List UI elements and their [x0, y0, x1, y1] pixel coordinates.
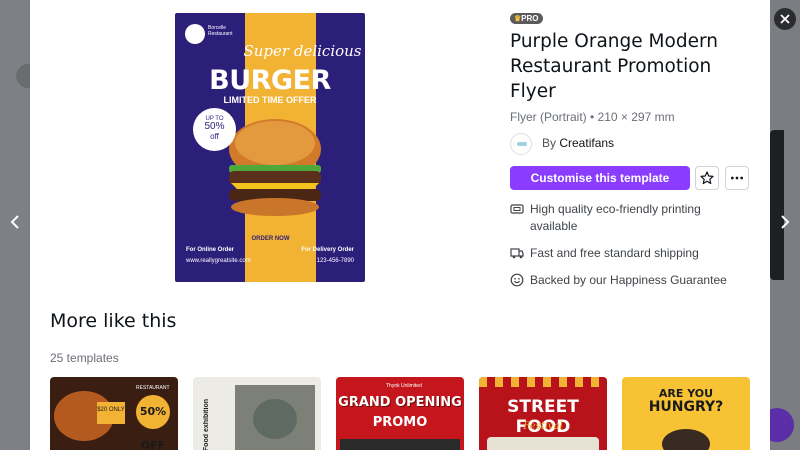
background-card: [770, 130, 784, 280]
close-button[interactable]: [774, 8, 796, 30]
creator-byline[interactable]: By Creatifans: [542, 136, 614, 150]
creator-avatar[interactable]: [510, 133, 532, 155]
customise-template-button[interactable]: Customise this template: [510, 166, 690, 190]
flyer-order-now: ORDER NOW: [245, 230, 296, 248]
next-template-button[interactable]: [773, 210, 797, 234]
pro-label: PRO: [521, 14, 539, 23]
template-count: 25 templates: [50, 351, 119, 365]
favorite-button[interactable]: [695, 166, 719, 190]
related-template-thumbnail[interactable]: RESTAURANT $20 ONLY 50% OFF: [50, 377, 178, 450]
feature-shipping-text: Fast and free standard shipping: [530, 246, 699, 260]
more-options-button[interactable]: [725, 166, 749, 190]
flyer-delivery-order: For Delivery Order: [301, 247, 354, 253]
thumb-subtitle: HUNGRY?: [648, 399, 724, 415]
printer-icon: [510, 204, 524, 214]
thumb-logo: Thynk Unlimited: [386, 383, 422, 389]
flyer-offer: LIMITED TIME OFFER: [223, 95, 317, 105]
related-template-thumbnail[interactable]: ARE YOU HUNGRY?: [622, 377, 750, 450]
photo-strip: [340, 439, 460, 450]
flyer-online-order: For Online Order: [186, 247, 235, 253]
pro-badge: ♛PRO: [510, 13, 543, 24]
template-title: Purple Orange Modern Restaurant Promotio…: [510, 31, 718, 102]
more-horizontal-icon: [731, 176, 743, 180]
feature-shipping: Fast and free standard shipping: [510, 245, 730, 262]
flyer-phone: 123-456-7890: [316, 258, 354, 264]
template-preview[interactable]: Borcelle Restaurant Super delicious BURG…: [175, 13, 365, 282]
food-image: [487, 437, 599, 450]
flyer-logo-text: Borcelle Restaurant: [208, 25, 233, 37]
cabbage-image: [253, 399, 297, 439]
price-tag: $20 ONLY: [97, 402, 125, 424]
bunting-decoration: [479, 377, 607, 387]
related-template-thumbnail[interactable]: Food exhibition: [193, 377, 321, 450]
template-meta: Flyer (Portrait) • 210 × 297 mm: [510, 110, 675, 124]
related-template-thumbnail[interactable]: STREET FOOD Festival: [479, 377, 607, 450]
discount-badge: UP TO 50% off: [193, 108, 236, 151]
feature-guarantee: Backed by our Happiness Guarantee: [510, 272, 730, 289]
chevron-left-icon: [10, 215, 19, 229]
thumb-subtitle: PROMO: [372, 415, 428, 430]
creator-name[interactable]: Creatifans: [559, 136, 614, 150]
previous-template-button[interactable]: [3, 210, 27, 234]
template-modal: Borcelle Restaurant Super delicious BURG…: [30, 0, 770, 450]
flyer-script-text: Super delicious: [243, 42, 362, 60]
bowl-image: [662, 429, 710, 450]
smile-icon: [510, 273, 524, 287]
feature-printing: High quality eco-friendly printing avail…: [510, 201, 730, 235]
badge-off: off: [210, 132, 219, 141]
star-icon: [700, 171, 714, 185]
related-template-thumbnail[interactable]: Thynk Unlimited GRAND OPENING PROMO: [336, 377, 464, 450]
flyer-headline: BURGER: [209, 65, 331, 96]
creator-prefix: By: [542, 136, 560, 150]
chevron-right-icon: [781, 215, 790, 229]
feature-guarantee-text: Backed by our Happiness Guarantee: [530, 273, 727, 287]
feature-printing-text: High quality eco-friendly printing avail…: [530, 202, 701, 233]
more-like-this-heading: More like this: [50, 310, 177, 332]
thumb-text: Food exhibition: [203, 399, 210, 450]
thumb-subtitle: Festival: [523, 421, 563, 432]
creator-logo-icon: [517, 142, 527, 146]
thumb-text: RESTAURANT: [136, 385, 170, 391]
flyer-website: www.reallygreatsite.com: [186, 258, 251, 264]
restaurant-logo-icon: [185, 24, 205, 44]
close-icon: [780, 14, 790, 24]
badge-percent: 50%: [204, 121, 225, 132]
discount-badge: 50% OFF: [136, 395, 170, 450]
truck-icon: [510, 248, 524, 259]
thumb-title: GRAND OPENING: [338, 395, 462, 410]
